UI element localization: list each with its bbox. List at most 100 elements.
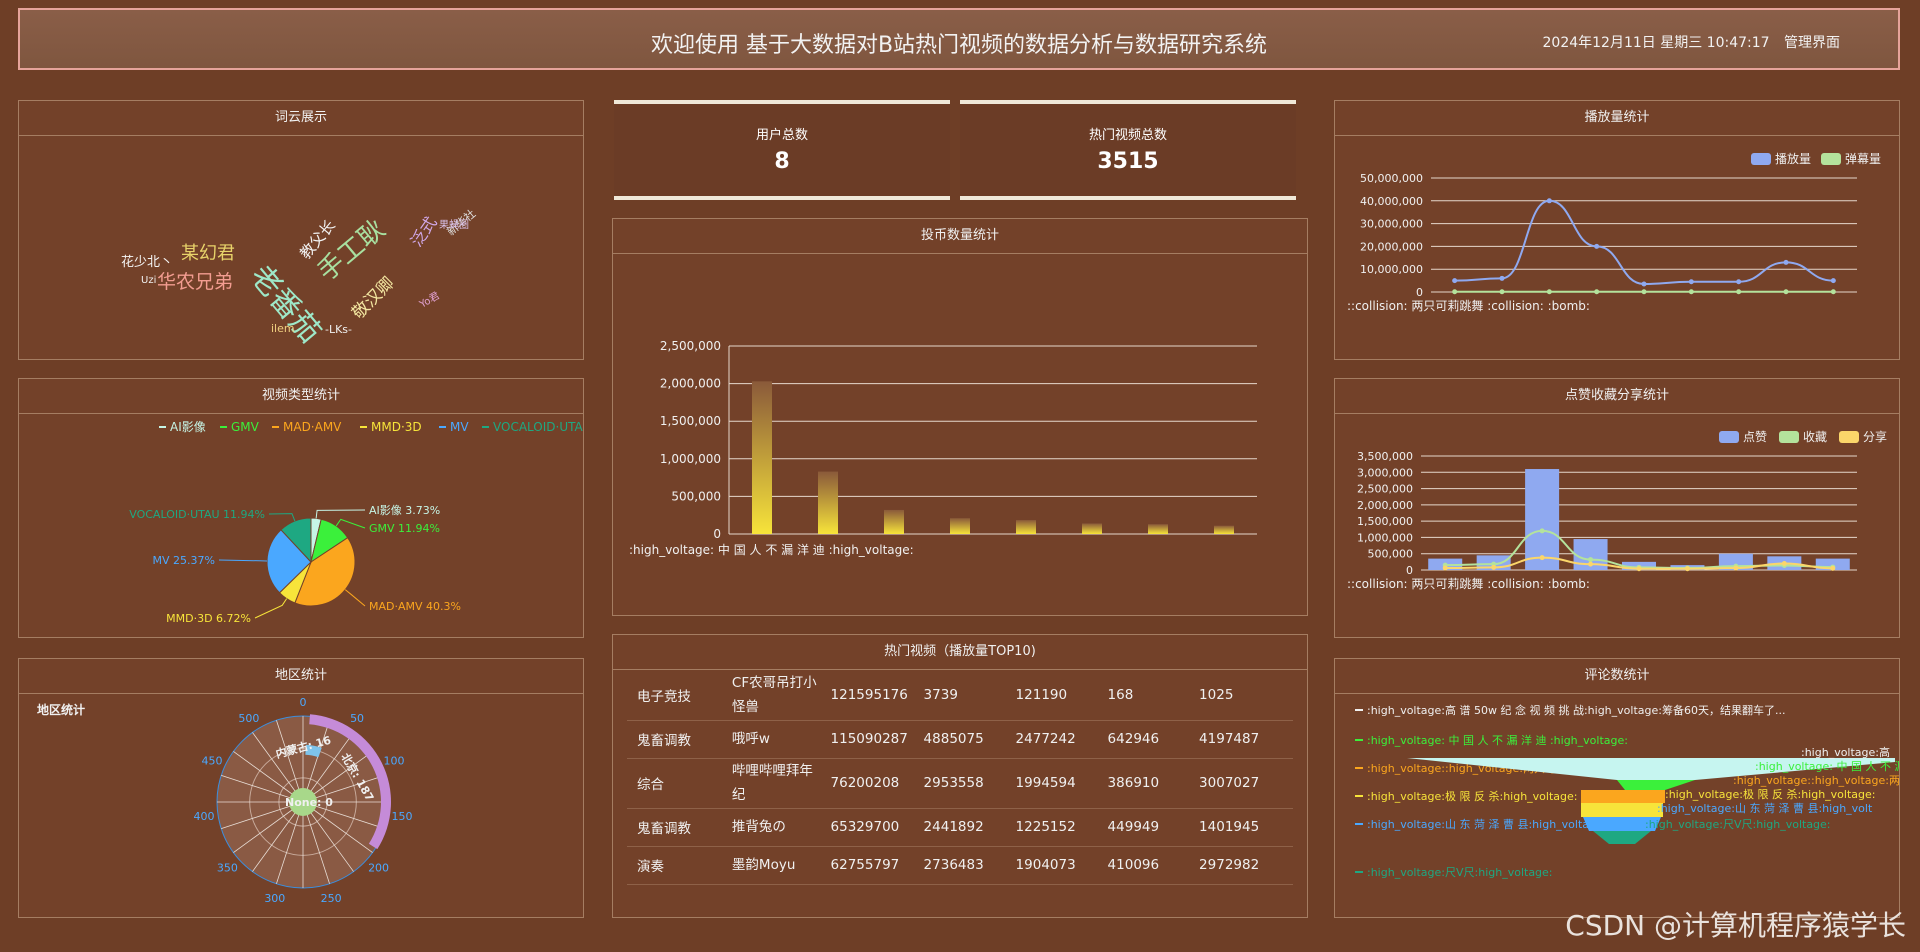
data-point[interactable] <box>1491 564 1497 570</box>
legend-item[interactable]: :high_voltage:山 东 菏 泽 曹 县:high_voltage: <box>1367 818 1606 831</box>
coin-bar[interactable] <box>950 518 970 534</box>
funnel-label: :high_voltage:高 <box>1801 745 1890 759</box>
legend-item[interactable]: 分享 <box>1863 429 1887 444</box>
coin-bar[interactable] <box>1148 524 1168 534</box>
data-point[interactable] <box>1783 289 1789 295</box>
funnel-label: :high_voltage:山 东 菏 泽 曹 县:high_volt <box>1657 802 1873 815</box>
legend-item[interactable]: AI影像 <box>170 420 206 434</box>
data-point[interactable] <box>1783 259 1789 265</box>
table-row[interactable]: 演奏 墨韵Moyu 62755797 2736483 1904073 410096 2972… <box>627 846 1293 885</box>
table-cell: 115090287 <box>830 720 924 759</box>
table-cell: 1904073 <box>1015 846 1108 885</box>
wordcloud-word[interactable]: 华农兄弟 <box>157 271 233 293</box>
pie-label-line <box>344 589 366 607</box>
data-point[interactable] <box>1594 243 1600 249</box>
legend-item[interactable]: :high_voltage: 中 国 人 不 漏 洋 迪 :high_volta… <box>1367 733 1628 747</box>
likes-bar[interactable] <box>1525 469 1560 570</box>
table-row[interactable]: 鬼畜调教 哦呼w 115090287 4885075 2477242 642946 4197… <box>627 720 1293 759</box>
legend-item[interactable]: :high_voltage:极 限 反 杀:high_voltage: <box>1367 789 1577 803</box>
data-point[interactable] <box>1588 557 1594 563</box>
legend-item[interactable]: VOCALOID·UTAU <box>493 420 592 434</box>
wordcloud-word[interactable]: 敬汉卿 <box>348 273 398 323</box>
legend-item[interactable]: MV <box>450 420 469 434</box>
polar-label: None: 0 <box>285 796 333 809</box>
table-row[interactable]: 电子竞技 CF农哥吊打小怪兽 121595176 3739 121190 168 1025 <box>627 670 1293 721</box>
table-cell: 65329700 <box>830 808 924 847</box>
data-point[interactable] <box>1641 281 1647 287</box>
data-point[interactable] <box>1688 289 1694 295</box>
data-point[interactable] <box>1733 565 1739 571</box>
y-tick-label: 1,000,000 <box>660 452 721 466</box>
header-time: 2024年12月11日 星期三 10:47:17 管理界面 <box>1543 32 1841 52</box>
data-point[interactable] <box>1736 279 1742 285</box>
table-cell: 3007027 <box>1199 758 1293 809</box>
wordcloud-word[interactable]: -LKs- <box>325 323 352 336</box>
table-row[interactable]: 鬼畜调教 推背兔の 65329700 2441892 1225152 449949 1401… <box>627 808 1293 847</box>
data-point[interactable] <box>1636 566 1642 572</box>
legend-item[interactable]: 收藏 <box>1803 430 1827 444</box>
data-point[interactable] <box>1452 289 1458 295</box>
wordcloud-word[interactable]: 老番茄 <box>243 259 328 350</box>
data-point[interactable] <box>1781 560 1787 566</box>
funnel-layer[interactable] <box>1593 831 1651 844</box>
data-point[interactable] <box>1442 565 1448 571</box>
data-point[interactable] <box>1499 289 1505 295</box>
data-point[interactable] <box>1830 289 1836 295</box>
data-point[interactable] <box>1546 198 1552 204</box>
table-cell: 1994594 <box>1015 758 1108 809</box>
table-row[interactable]: 综合 哔哩哔哩拜年纪 76200208 2953558 1994594 386910 300… <box>627 758 1293 809</box>
wordcloud-word[interactable]: 某幻君 <box>181 243 235 264</box>
data-point[interactable] <box>1641 289 1647 295</box>
funnel-layer[interactable] <box>1581 790 1665 803</box>
data-point[interactable] <box>1499 275 1505 281</box>
panel-title-comments: 评论数统计 <box>1335 659 1899 694</box>
funnel-layer[interactable] <box>1581 803 1663 817</box>
legend-item[interactable]: :high_voltage:尺V尺:high_voltage: <box>1367 866 1553 879</box>
data-point[interactable] <box>1684 566 1690 572</box>
coin-bar[interactable] <box>1016 520 1036 534</box>
data-point[interactable] <box>1588 561 1594 567</box>
data-point[interactable] <box>1539 555 1545 561</box>
wordcloud-word[interactable]: 果蝇圈 <box>439 219 469 231</box>
wordcloud-word[interactable]: Yo君 <box>417 290 442 311</box>
wordcloud-svg: 花少北丶 某幻君华农兄弟 老番茄手工耿敬汉卿泛式教父长 新华社果蝇圈ilem -LKs-… <box>121 206 478 350</box>
coin-bar[interactable] <box>884 509 904 534</box>
pie-label-line <box>254 598 288 619</box>
data-point[interactable] <box>1594 289 1600 295</box>
legend-item[interactable]: :high_voltage:高 谱 50w 纪 念 视 频 挑 战:high_v… <box>1367 703 1785 717</box>
video-count-value: 3515 <box>1097 149 1159 174</box>
admin-link[interactable]: 管理界面 <box>1784 35 1840 51</box>
table-cell: 76200208 <box>830 758 924 809</box>
coin-bar[interactable] <box>752 381 772 534</box>
y-tick-label: 3,000,000 <box>1357 466 1413 479</box>
table-cell: 哔哩哔哩拜年纪 <box>731 758 831 809</box>
legend-item[interactable]: MMD·3D <box>371 420 422 434</box>
wordcloud-word[interactable]: 泛式 <box>407 213 441 250</box>
legend-item[interactable]: 播放量 <box>1775 151 1811 166</box>
y-tick-label: 40,000,000 <box>1360 195 1423 208</box>
wordcloud-word[interactable]: Uzi <box>141 275 156 286</box>
polar-tick-label: 0 <box>300 696 307 709</box>
data-point[interactable] <box>1688 279 1694 285</box>
datetime-text: 2024年12月11日 星期三 10:47:17 <box>1542 35 1770 51</box>
data-point[interactable] <box>1546 289 1552 295</box>
pie-label-line <box>315 509 366 519</box>
plays-line-svg: 播放量 弹幕量 0 10,000,000 20,000,000 30,000,000 40,… <box>1347 151 1881 313</box>
data-point[interactable] <box>1830 565 1836 571</box>
coin-bar[interactable] <box>818 471 838 534</box>
comments-funnel-svg: :high_voltage:高 谱 50w 纪 念 视 频 挑 战:high_v… <box>1355 703 1920 879</box>
hot-videos-table: 电子竞技 CF农哥吊打小怪兽 121595176 3739 121190 168 1025 鬼… <box>627 670 1293 885</box>
data-point[interactable] <box>1736 289 1742 295</box>
data-point[interactable] <box>1830 278 1836 284</box>
wordcloud-word[interactable]: 花少北丶 <box>121 254 173 270</box>
coin-bar[interactable] <box>1082 523 1102 534</box>
legend-item[interactable]: MAD·AMV <box>283 420 342 434</box>
data-point[interactable] <box>1452 278 1458 284</box>
data-point[interactable] <box>1539 528 1545 534</box>
legend-item[interactable]: GMV <box>231 420 260 434</box>
wordcloud-word[interactable]: ilem <box>271 322 295 335</box>
legend-item[interactable]: 弹幕量 <box>1845 152 1881 166</box>
legend-swatch <box>1821 153 1841 165</box>
legend-item[interactable]: 点赞 <box>1743 430 1767 444</box>
coin-bar[interactable] <box>1214 525 1234 534</box>
